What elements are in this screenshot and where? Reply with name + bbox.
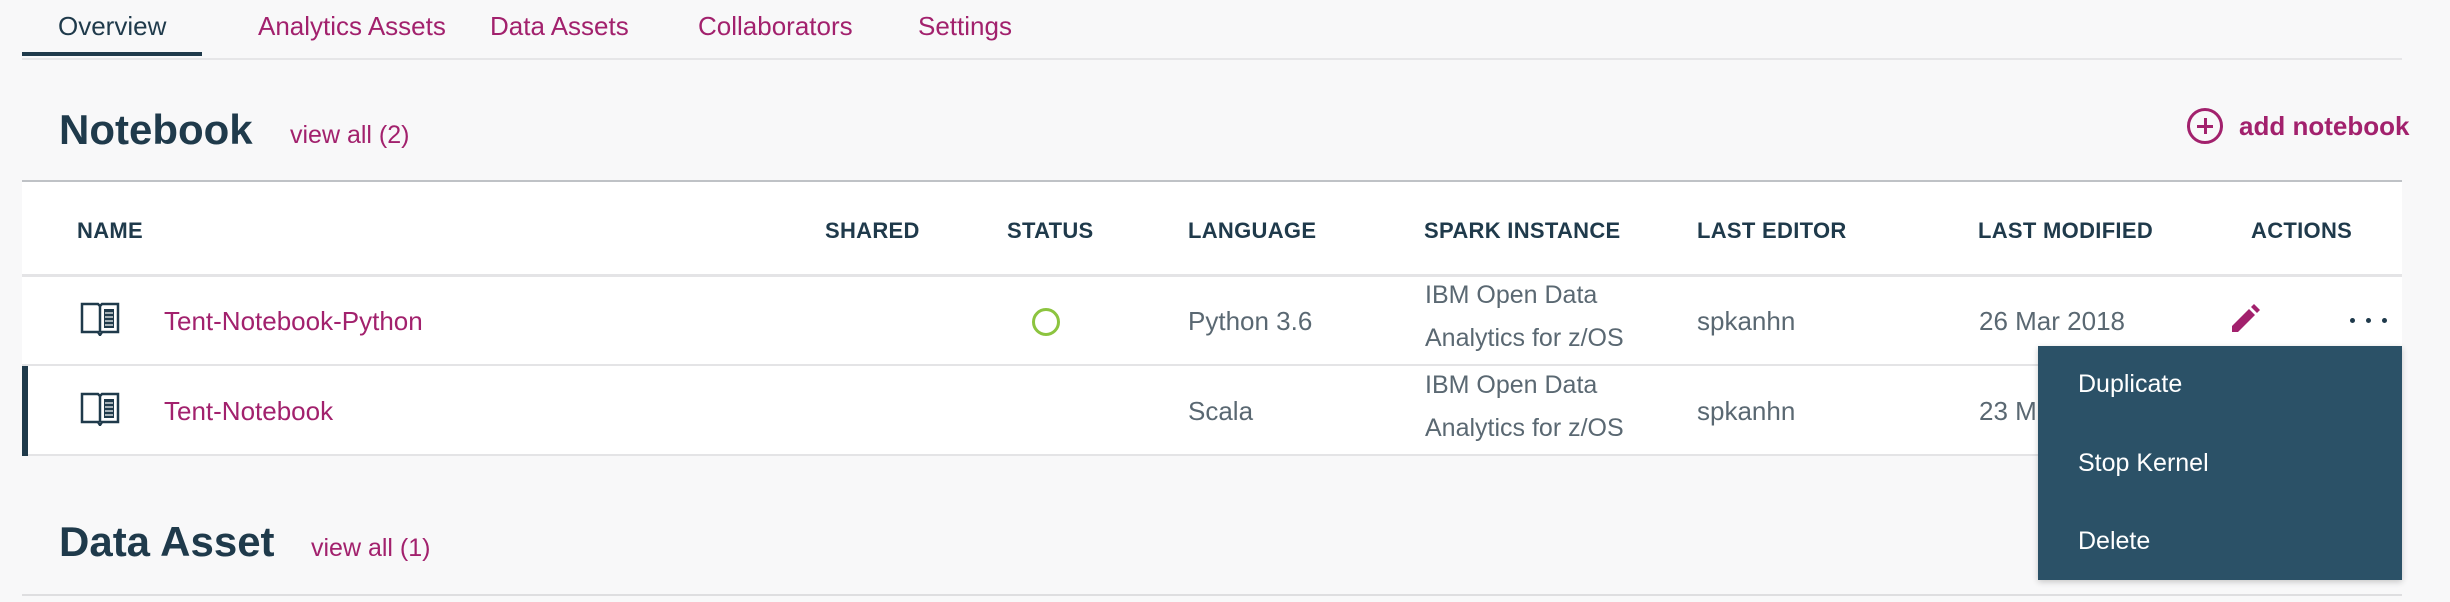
column-header-shared[interactable]: SHARED bbox=[825, 218, 920, 244]
spark-instance-line-2: Analytics for z/OS bbox=[1425, 324, 1624, 352]
edit-pencil-icon[interactable] bbox=[2228, 302, 2262, 336]
notebook-view-all-link[interactable]: view all (2) bbox=[290, 121, 409, 150]
menu-item-stop-kernel[interactable]: Stop Kernel bbox=[2078, 449, 2209, 478]
more-actions-icon[interactable] bbox=[2348, 300, 2392, 340]
spark-instance-line-1: IBM Open Data bbox=[1425, 371, 1598, 399]
column-header-last-editor[interactable]: LAST EDITOR bbox=[1697, 218, 1847, 244]
plus-circle-icon bbox=[2187, 108, 2223, 144]
table-header: NAME SHARED STATUS LANGUAGE SPARK INSTAN… bbox=[22, 182, 2402, 277]
add-notebook-button[interactable]: add notebook bbox=[2187, 104, 2409, 148]
column-header-spark-instance[interactable]: SPARK INSTANCE bbox=[1424, 218, 1621, 244]
tab-settings[interactable]: Settings bbox=[882, 0, 1048, 56]
tab-overview[interactable]: Overview bbox=[22, 0, 203, 56]
notebook-name-link[interactable]: Tent-Notebook bbox=[164, 396, 333, 427]
tab-bar: Overview Analytics Assets Data Assets Co… bbox=[22, 0, 2402, 60]
column-header-last-modified[interactable]: LAST MODIFIED bbox=[1978, 218, 2153, 244]
notebook-icon bbox=[80, 392, 120, 426]
column-header-status[interactable]: STATUS bbox=[1007, 218, 1094, 244]
language-cell: Python 3.6 bbox=[1188, 306, 1313, 336]
notebook-section-title: Notebook bbox=[59, 106, 253, 153]
column-header-actions: ACTIONS bbox=[2251, 218, 2353, 243]
add-notebook-label: add notebook bbox=[2239, 110, 2410, 141]
actions-overflow-menu: Duplicate Stop Kernel Delete bbox=[2038, 346, 2402, 580]
menu-item-duplicate[interactable]: Duplicate bbox=[2078, 370, 2182, 399]
column-header-name[interactable]: NAME bbox=[77, 218, 143, 244]
tab-analytics-assets[interactable]: Analytics Assets bbox=[222, 0, 482, 56]
status-circle-icon bbox=[1032, 308, 1060, 336]
divider bbox=[22, 594, 2402, 596]
last-editor-cell: spkanhn bbox=[1697, 306, 1796, 336]
last-modified-cell: 23 M bbox=[1979, 396, 2037, 426]
data-asset-view-all-link[interactable]: view all (1) bbox=[311, 534, 430, 563]
last-modified-cell: 26 Mar 2018 bbox=[1979, 306, 2125, 336]
notebook-icon bbox=[80, 302, 120, 336]
column-header-language[interactable]: LANGUAGE bbox=[1188, 218, 1316, 244]
spark-instance-cell: IBM Open Data Analytics for z/OS bbox=[1425, 364, 1624, 450]
notebook-name-link[interactable]: Tent-Notebook-Python bbox=[164, 306, 423, 337]
tab-data-assets[interactable]: Data Assets bbox=[454, 0, 665, 56]
spark-instance-cell: IBM Open Data Analytics for z/OS bbox=[1425, 274, 1624, 360]
tab-collaborators[interactable]: Collaborators bbox=[662, 0, 889, 56]
spark-instance-line-2: Analytics for z/OS bbox=[1425, 414, 1624, 442]
menu-item-delete[interactable]: Delete bbox=[2078, 527, 2150, 556]
last-editor-cell: spkanhn bbox=[1697, 396, 1796, 426]
language-cell: Scala bbox=[1188, 396, 1254, 426]
data-asset-section-title: Data Asset bbox=[59, 518, 275, 565]
spark-instance-line-1: IBM Open Data bbox=[1425, 281, 1598, 309]
